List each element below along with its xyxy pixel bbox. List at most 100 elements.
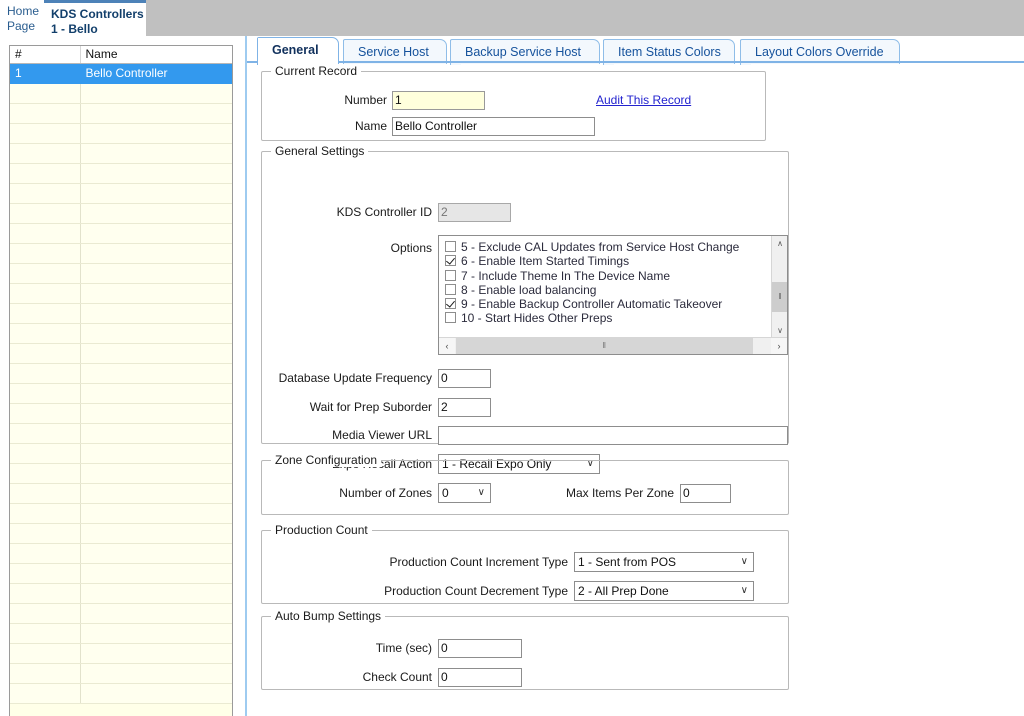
column-header-name[interactable]: Name — [80, 46, 232, 64]
row-name-cell — [80, 103, 232, 124]
table-row-empty[interactable] — [10, 263, 232, 284]
option-row[interactable]: 8 - Enable load balancing — [439, 283, 770, 297]
checkbox-unchecked-icon[interactable] — [445, 283, 456, 295]
table-row-empty[interactable] — [10, 443, 232, 464]
table-row-empty[interactable] — [10, 463, 232, 484]
table-row-empty[interactable] — [10, 483, 232, 504]
checkbox-checked-icon[interactable] — [445, 298, 456, 310]
table-row-empty[interactable] — [10, 343, 232, 364]
max-items-per-zone-field[interactable]: 0 — [680, 484, 731, 503]
option-row[interactable]: 6 - Enable Item Started Timings — [439, 254, 770, 268]
group-auto-bump-settings: Auto Bump Settings Time (sec) 0 Check Co… — [261, 609, 789, 690]
tab-label: Backup Service Host — [465, 45, 582, 59]
options-vertical-scrollbar[interactable]: ∧ ‖ ∨ — [771, 236, 787, 339]
production-count-increment-type-select[interactable]: 1 - Sent from POS ∨ — [574, 552, 754, 572]
table-row-empty[interactable] — [10, 363, 232, 384]
scroll-up-icon[interactable]: ∧ — [772, 236, 787, 252]
vertical-scrollbar-thumb[interactable]: ‖ — [772, 282, 787, 312]
table-row-empty[interactable] — [10, 163, 232, 184]
table-row-empty[interactable] — [10, 663, 232, 684]
wait-for-prep-suborder-field[interactable]: 2 — [438, 398, 491, 417]
table-row-empty[interactable] — [10, 543, 232, 564]
table-row-empty[interactable] — [10, 83, 232, 104]
tab-label: Layout Colors Override — [755, 45, 884, 59]
scroll-left-icon[interactable]: ‹ — [439, 338, 455, 354]
row-name-cell — [80, 243, 232, 264]
table-row-empty[interactable] — [10, 623, 232, 644]
time-sec-field[interactable]: 0 — [438, 639, 522, 658]
column-header-number[interactable]: # — [10, 46, 81, 64]
option-row[interactable]: 10 - Start Hides Other Preps — [439, 311, 770, 325]
production-count-decrement-type-select[interactable]: 2 - All Prep Done ∨ — [574, 581, 754, 601]
table-row-empty[interactable] — [10, 643, 232, 664]
tab-label: General — [272, 43, 319, 57]
number-of-zones-select[interactable]: 0 ∨ — [438, 483, 491, 503]
label-production-count-increment-type: Production Count Increment Type — [389, 555, 568, 569]
checkbox-unchecked-icon[interactable] — [445, 269, 456, 281]
row-number-cell — [10, 483, 81, 504]
row-number-cell — [10, 683, 81, 704]
table-row-empty[interactable] — [10, 583, 232, 604]
row-name-cell — [80, 183, 232, 204]
table-row-empty[interactable] — [10, 183, 232, 204]
options-listbox[interactable]: 5 - Exclude CAL Updates from Service Hos… — [438, 235, 788, 355]
database-update-frequency-field[interactable]: 0 — [438, 369, 491, 388]
group-zone-configuration: Zone Configuration Number of Zones 0 ∨ M… — [261, 453, 789, 515]
table-row-empty[interactable] — [10, 423, 232, 444]
breadcrumb-home-line1: Home — [7, 4, 40, 18]
table-row-empty[interactable] — [10, 223, 232, 244]
label-database-update-frequency: Database Update Frequency — [278, 371, 432, 385]
horizontal-scrollbar-thumb[interactable]: ‖ — [456, 338, 753, 354]
label-options: Options — [390, 241, 432, 255]
row-name-cell — [80, 383, 232, 404]
row-number-cell: 1 — [10, 63, 81, 84]
name-field[interactable]: Bello Controller — [392, 117, 595, 136]
breadcrumb-home-page[interactable]: Home Page — [0, 0, 44, 36]
table-row-empty[interactable] — [10, 203, 232, 224]
table-row-empty[interactable] — [10, 523, 232, 544]
option-row[interactable]: 9 - Enable Backup Controller Automatic T… — [439, 297, 770, 311]
table-row-empty[interactable] — [10, 143, 232, 164]
option-row[interactable]: 5 - Exclude CAL Updates from Service Hos… — [439, 240, 770, 254]
audit-this-record-link[interactable]: Audit This Record — [596, 93, 691, 107]
check-count-field[interactable]: 0 — [438, 668, 522, 687]
table-row[interactable]: 1 Bello Controller — [10, 63, 232, 84]
breadcrumb-current-record[interactable]: KDS Controllers 1 - Bello — [44, 0, 146, 36]
breadcrumb-current-line1: KDS Controllers — [51, 7, 144, 21]
tab-general[interactable]: General — [257, 37, 339, 65]
row-number-cell — [10, 123, 81, 144]
table-row-empty[interactable] — [10, 123, 232, 144]
table-row-empty[interactable] — [10, 383, 232, 404]
row-name-cell — [80, 283, 232, 304]
checkbox-checked-icon[interactable] — [445, 255, 456, 267]
checkbox-unchecked-icon[interactable] — [445, 241, 456, 252]
scroll-right-icon[interactable]: › — [771, 338, 787, 354]
checkbox-unchecked-icon[interactable] — [445, 312, 456, 324]
table-row-empty[interactable] — [10, 563, 232, 584]
tab-strip-underline — [247, 61, 1024, 63]
table-row-empty[interactable] — [10, 283, 232, 304]
table-row-empty[interactable] — [10, 683, 232, 704]
table-row-empty[interactable] — [10, 603, 232, 624]
record-list[interactable]: # Name 1 Bello Controller — [9, 45, 233, 716]
label-kds-controller-id: KDS Controller ID — [336, 205, 432, 219]
options-horizontal-scrollbar[interactable]: ‹ ‖ › — [439, 337, 787, 354]
row-name-cell — [80, 463, 232, 484]
row-number-cell — [10, 103, 81, 124]
option-label: 8 - Enable load balancing — [461, 282, 597, 297]
number-field[interactable]: 1 — [392, 91, 485, 110]
row-number-cell — [10, 403, 81, 424]
table-row-empty[interactable] — [10, 303, 232, 324]
row-name-cell: Bello Controller — [80, 63, 232, 84]
row-name-cell — [80, 583, 232, 604]
row-name-cell — [80, 643, 232, 664]
table-row-empty[interactable] — [10, 243, 232, 264]
option-row[interactable]: 7 - Include Theme In The Device Name — [439, 269, 770, 283]
media-viewer-url-field[interactable] — [438, 426, 788, 445]
table-row-empty[interactable] — [10, 403, 232, 424]
row-number-cell — [10, 283, 81, 304]
table-row-empty[interactable] — [10, 103, 232, 124]
record-table-body: 1 Bello Controller — [10, 63, 232, 704]
table-row-empty[interactable] — [10, 323, 232, 344]
table-row-empty[interactable] — [10, 503, 232, 524]
